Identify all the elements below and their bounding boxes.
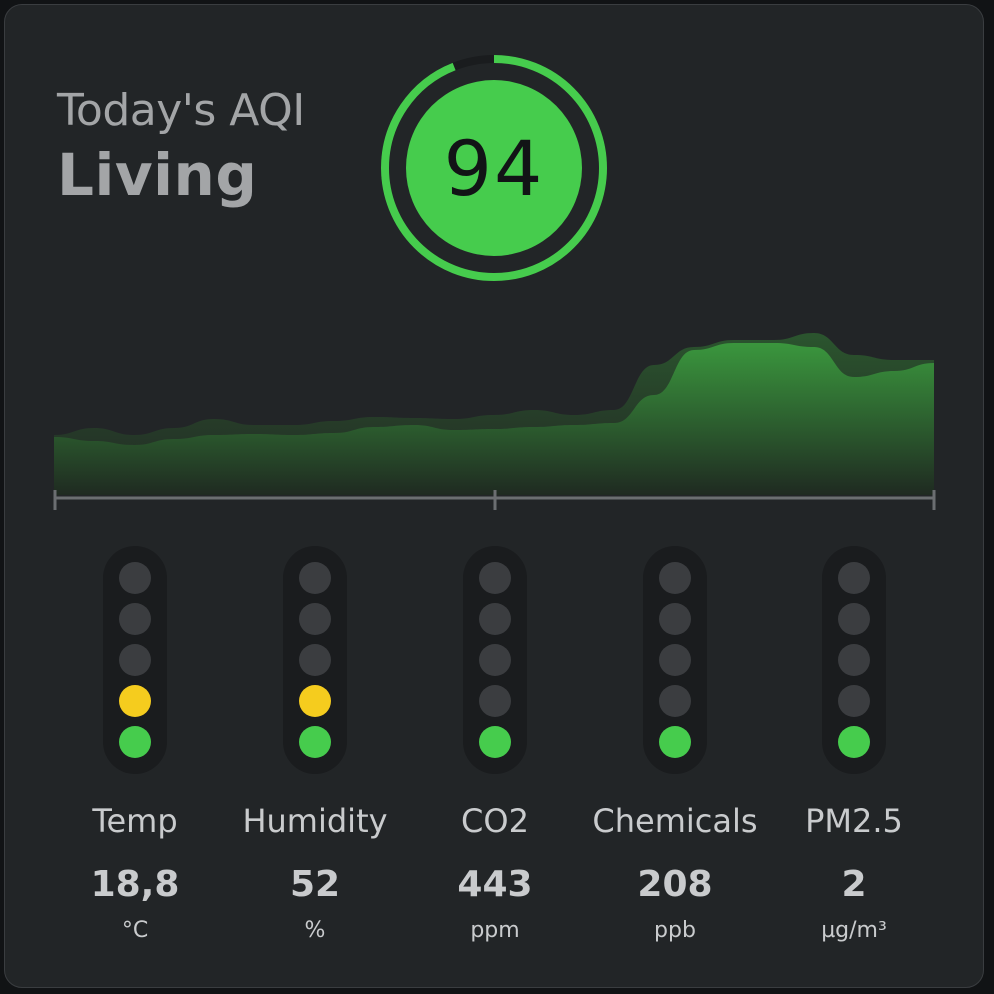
level-dot-inactive (119, 562, 151, 594)
metric-label: CO2 (461, 802, 529, 840)
room-name: Living (57, 141, 258, 209)
level-dot-inactive (838, 562, 870, 594)
level-indicator (103, 546, 167, 774)
metric-unit: % (304, 918, 326, 943)
level-dot-inactive (299, 603, 331, 635)
metric-value: 2 (841, 864, 867, 905)
level-dot-active (838, 726, 870, 758)
level-indicator (283, 546, 347, 774)
metric-value: 443 (457, 864, 533, 905)
level-dot-active (119, 726, 151, 758)
level-dot-inactive (838, 603, 870, 635)
card-subtitle: Today's AQI (57, 85, 305, 136)
level-dot-inactive (479, 562, 511, 594)
level-dot-inactive (479, 685, 511, 717)
metric-label: Chemicals (592, 802, 758, 840)
level-dot-inactive (479, 644, 511, 676)
level-dot-inactive (659, 644, 691, 676)
level-dot-inactive (659, 685, 691, 717)
aqi-history-graph[interactable] (50, 320, 940, 520)
level-dot-active (119, 685, 151, 717)
level-dot-inactive (299, 644, 331, 676)
metric-value: 52 (289, 864, 341, 905)
level-dot-inactive (299, 562, 331, 594)
aqi-value: 94 (443, 123, 545, 213)
metric-unit: ppb (654, 918, 696, 943)
level-dot-inactive (659, 603, 691, 635)
level-dot-inactive (119, 644, 151, 676)
level-dot-inactive (838, 644, 870, 676)
level-indicator (643, 546, 707, 774)
level-dot-active (299, 726, 331, 758)
metric-unit: ppm (470, 918, 520, 943)
level-dot-inactive (119, 603, 151, 635)
level-dot-inactive (479, 603, 511, 635)
metric-value: 18,8 (90, 864, 180, 905)
aqi-gauge[interactable]: 94 (378, 52, 610, 284)
metric-label: Humidity (242, 802, 388, 840)
metric-unit: µg/m³ (821, 918, 887, 943)
level-dot-active (659, 726, 691, 758)
metric-value: 208 (637, 864, 713, 905)
level-dot-inactive (838, 685, 870, 717)
level-dot-active (299, 685, 331, 717)
metric-meters: Temp 18,8 °C Humidity 52% CO2 443 ppm Chemicals 2… (0, 540, 994, 960)
level-dot-inactive (659, 562, 691, 594)
level-indicator (822, 546, 886, 774)
level-indicator (463, 546, 527, 774)
metric-label: PM2.5 (805, 802, 903, 840)
metric-label: Temp (92, 802, 178, 840)
metric-unit: °C (121, 918, 149, 943)
level-dot-active (479, 726, 511, 758)
